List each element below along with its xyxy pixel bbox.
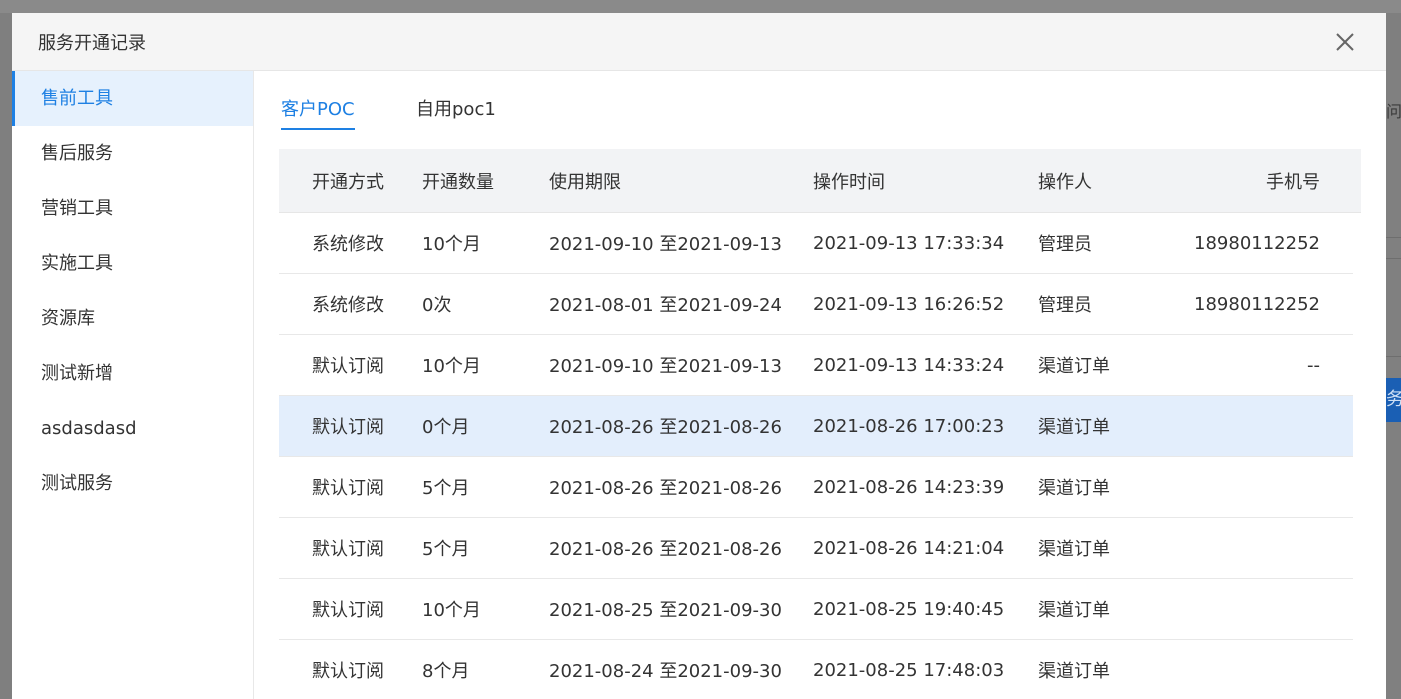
table-cell: 渠道订单	[1038, 356, 1110, 377]
table-cell: 2021-09-13 16:26:52	[813, 293, 1005, 315]
backdrop-text: 问	[1386, 102, 1401, 121]
table-cell: 2021-08-26 14:21:04	[813, 537, 1005, 559]
table-cell: 默认订阅	[312, 478, 384, 499]
table-cell: 2021-08-24 至2021-09-30	[549, 661, 782, 682]
column-header: 操作人	[1038, 171, 1092, 193]
table-cell: 10个月	[422, 600, 481, 621]
tab[interactable]: 客户POC	[281, 95, 355, 130]
close-button[interactable]	[1330, 27, 1360, 57]
column-header: 操作时间	[813, 171, 885, 193]
category-sidebar: 售前工具 售后服务 营销工具 实施工具 资源库 测试新增 asdasdasd 测试服务	[12, 71, 254, 699]
backdrop-divider	[1386, 258, 1401, 259]
table-cell: 18980112252	[1194, 232, 1320, 254]
backdrop-button: 务	[1386, 378, 1401, 422]
records-table: 开通方式 开通数量 使用期限 操作时间 操作人 手机号 系统修改 10个月 2021-09-1…	[279, 149, 1361, 699]
table-cell: 2021-08-25 19:40:45	[813, 598, 1005, 620]
backdrop-divider	[1386, 356, 1401, 357]
table-cell: 8个月	[422, 661, 470, 682]
table-cell: 渠道订单	[1038, 417, 1110, 438]
tab[interactable]: 自用poc1	[416, 95, 496, 128]
sidebar-item[interactable]: 售前工具	[12, 71, 253, 126]
table-row[interactable]: 默认订阅 0个月 2021-08-26 至2021-08-26 2021-08-26 …	[279, 396, 1353, 457]
table-row[interactable]: 默认订阅 5个月 2021-08-26 至2021-08-26 2021-08-26 …	[279, 457, 1353, 518]
table-cell: 2021-09-13 17:33:34	[813, 232, 1005, 254]
sidebar-item[interactable]: 资源库	[12, 291, 253, 346]
column-header: 使用期限	[549, 171, 621, 193]
table-row[interactable]: 系统修改 10个月 2021-09-10 至2021-09-13 2021-09-13…	[279, 213, 1353, 274]
table-cell: 0次	[422, 295, 452, 316]
table-cell: 2021-09-10 至2021-09-13	[549, 356, 782, 377]
table-cell: 管理员	[1038, 234, 1092, 255]
sidebar-item[interactable]: 测试服务	[12, 456, 253, 511]
table-cell: 0个月	[422, 417, 470, 438]
table-header: 开通方式 开通数量 使用期限 操作时间 操作人 手机号	[279, 149, 1361, 213]
table-cell: 2021-09-13 14:33:24	[813, 354, 1005, 376]
table-cell: 默认订阅	[312, 600, 384, 621]
table-cell: 5个月	[422, 478, 470, 499]
column-header: 开通方式	[312, 171, 384, 193]
sidebar-item[interactable]: asdasdasd	[12, 401, 253, 456]
sidebar-item[interactable]: 售后服务	[12, 126, 253, 181]
dialog-header: 服务开通记录	[12, 13, 1386, 71]
table-row[interactable]: 系统修改 0次 2021-08-01 至2021-09-24 2021-09-13 1…	[279, 274, 1353, 335]
table-cell: 默认订阅	[312, 661, 384, 682]
service-record-dialog: 服务开通记录 售前工具 售后服务 营销工具 实施工具 资源库 测试新增 asdasdasd 测…	[12, 13, 1386, 699]
table-cell: 管理员	[1038, 295, 1092, 316]
table-cell: --	[1307, 354, 1320, 376]
table-cell: 渠道订单	[1038, 539, 1110, 560]
table-cell: 10个月	[422, 356, 481, 377]
table-cell: 系统修改	[312, 295, 384, 316]
table-cell: 2021-08-25 至2021-09-30	[549, 600, 782, 621]
table-cell: 2021-08-26 至2021-08-26	[549, 539, 782, 560]
table-cell: 2021-09-10 至2021-09-13	[549, 234, 782, 255]
table-cell: 2021-08-26 17:00:23	[813, 415, 1005, 437]
backdrop-divider	[1386, 237, 1401, 238]
backdrop-top	[0, 0, 1401, 13]
sidebar-item[interactable]: 测试新增	[12, 346, 253, 401]
sidebar-item[interactable]: 实施工具	[12, 236, 253, 291]
table-row[interactable]: 默认订阅 5个月 2021-08-26 至2021-08-26 2021-08-26 …	[279, 518, 1353, 579]
table-cell: 5个月	[422, 539, 470, 560]
dialog-title: 服务开通记录	[38, 33, 146, 54]
table-cell: 渠道订单	[1038, 478, 1110, 499]
table-cell: 渠道订单	[1038, 600, 1110, 621]
table-cell: 默认订阅	[312, 356, 384, 377]
table-row[interactable]: 默认订阅 10个月 2021-08-25 至2021-09-30 2021-08-25…	[279, 579, 1353, 640]
sidebar-item[interactable]: 营销工具	[12, 181, 253, 236]
table-cell: 2021-08-26 至2021-08-26	[549, 417, 782, 438]
table-row[interactable]: 默认订阅 8个月 2021-08-24 至2021-09-30 2021-08-25 …	[279, 640, 1353, 699]
table-cell: 默认订阅	[312, 417, 384, 438]
table-cell: 2021-08-26 14:23:39	[813, 476, 1005, 498]
table-body: 系统修改 10个月 2021-09-10 至2021-09-13 2021-09-13…	[279, 213, 1361, 699]
dialog-content: 客户POC 自用poc1 开通方式 开通数量 使用期限 操作时间 操作人 手机号 系统修改 1…	[254, 71, 1386, 699]
table-row[interactable]: 默认订阅 10个月 2021-09-10 至2021-09-13 2021-09-13…	[279, 335, 1353, 396]
table-cell: 默认订阅	[312, 539, 384, 560]
column-header: 手机号	[1266, 171, 1320, 193]
table-cell: 18980112252	[1194, 293, 1320, 315]
table-cell: 2021-08-25 17:48:03	[813, 659, 1005, 681]
table-cell: 系统修改	[312, 234, 384, 255]
table-cell: 渠道订单	[1038, 661, 1110, 682]
table-cell: 2021-08-26 至2021-08-26	[549, 478, 782, 499]
table-cell: 10个月	[422, 234, 481, 255]
close-icon	[1336, 33, 1354, 51]
table-cell: 2021-08-01 至2021-09-24	[549, 295, 782, 316]
column-header: 开通数量	[422, 171, 494, 193]
